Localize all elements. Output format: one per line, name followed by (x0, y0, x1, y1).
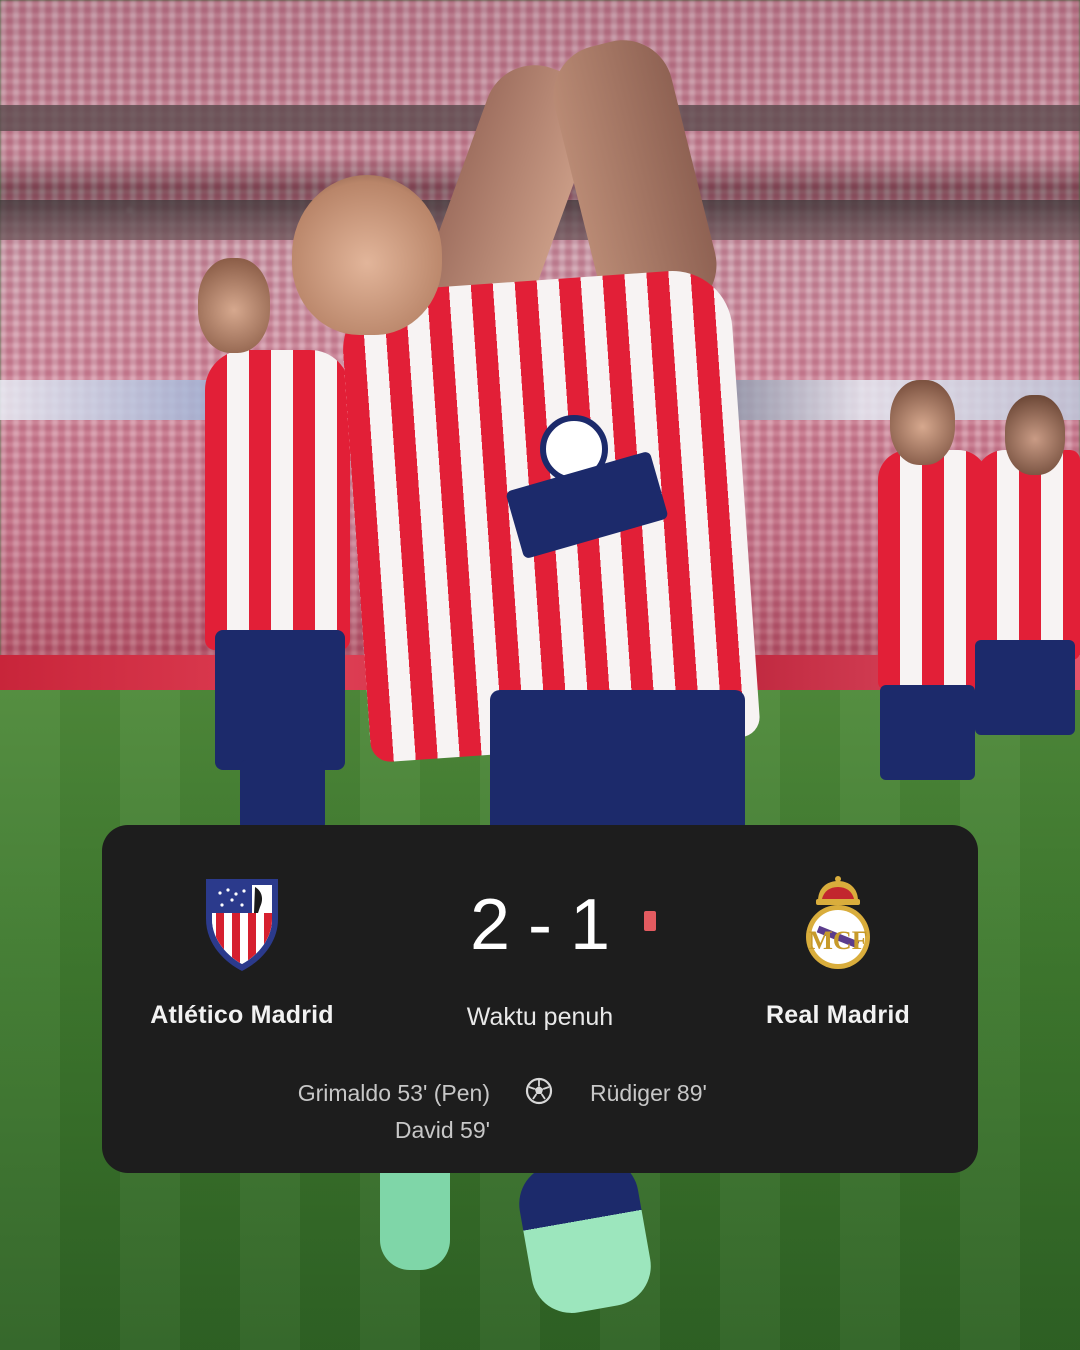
away-team-name: Real Madrid (766, 1001, 910, 1029)
home-score: 2 (469, 885, 510, 965)
teammate-right-shorts (880, 685, 975, 780)
main-player-head (292, 175, 442, 335)
away-goal-scorers: Rüdiger 89' (590, 1075, 707, 1112)
main-player-shorts (490, 690, 745, 840)
teammate-far-right-shirt (975, 450, 1080, 660)
teammate-far-right-head (1005, 395, 1065, 475)
real-madrid-crest-icon: MCF (806, 876, 870, 969)
goal-scorer: Grimaldo 53' (Pen) (297, 1080, 490, 1106)
home-goal-scorers: Grimaldo 53' (Pen) David 59' (298, 1075, 490, 1149)
away-team[interactable]: MCF Real Madrid (698, 873, 978, 1030)
soccer-ball-icon (525, 1077, 553, 1105)
teammate-left-head (198, 258, 270, 353)
score-card[interactable]: Atlético Madrid 2-1 Waktu penuh MCF Real… (102, 825, 978, 1173)
svg-text:MCF: MCF (808, 926, 867, 955)
goal-scorer: David 59' (394, 1117, 490, 1143)
teammate-right-head (890, 380, 955, 465)
score-separator: - (528, 885, 552, 965)
teammate-right-shirt (878, 450, 988, 690)
teammate-left-socks (240, 760, 325, 830)
teammate-left-shirt (205, 350, 350, 650)
teammate-left-shorts (215, 630, 345, 770)
teammate-far-right-shorts (975, 640, 1075, 735)
red-card-icon (644, 911, 656, 931)
away-score: 1 (569, 885, 611, 965)
goal-scorer: Rüdiger 89' (590, 1080, 707, 1106)
